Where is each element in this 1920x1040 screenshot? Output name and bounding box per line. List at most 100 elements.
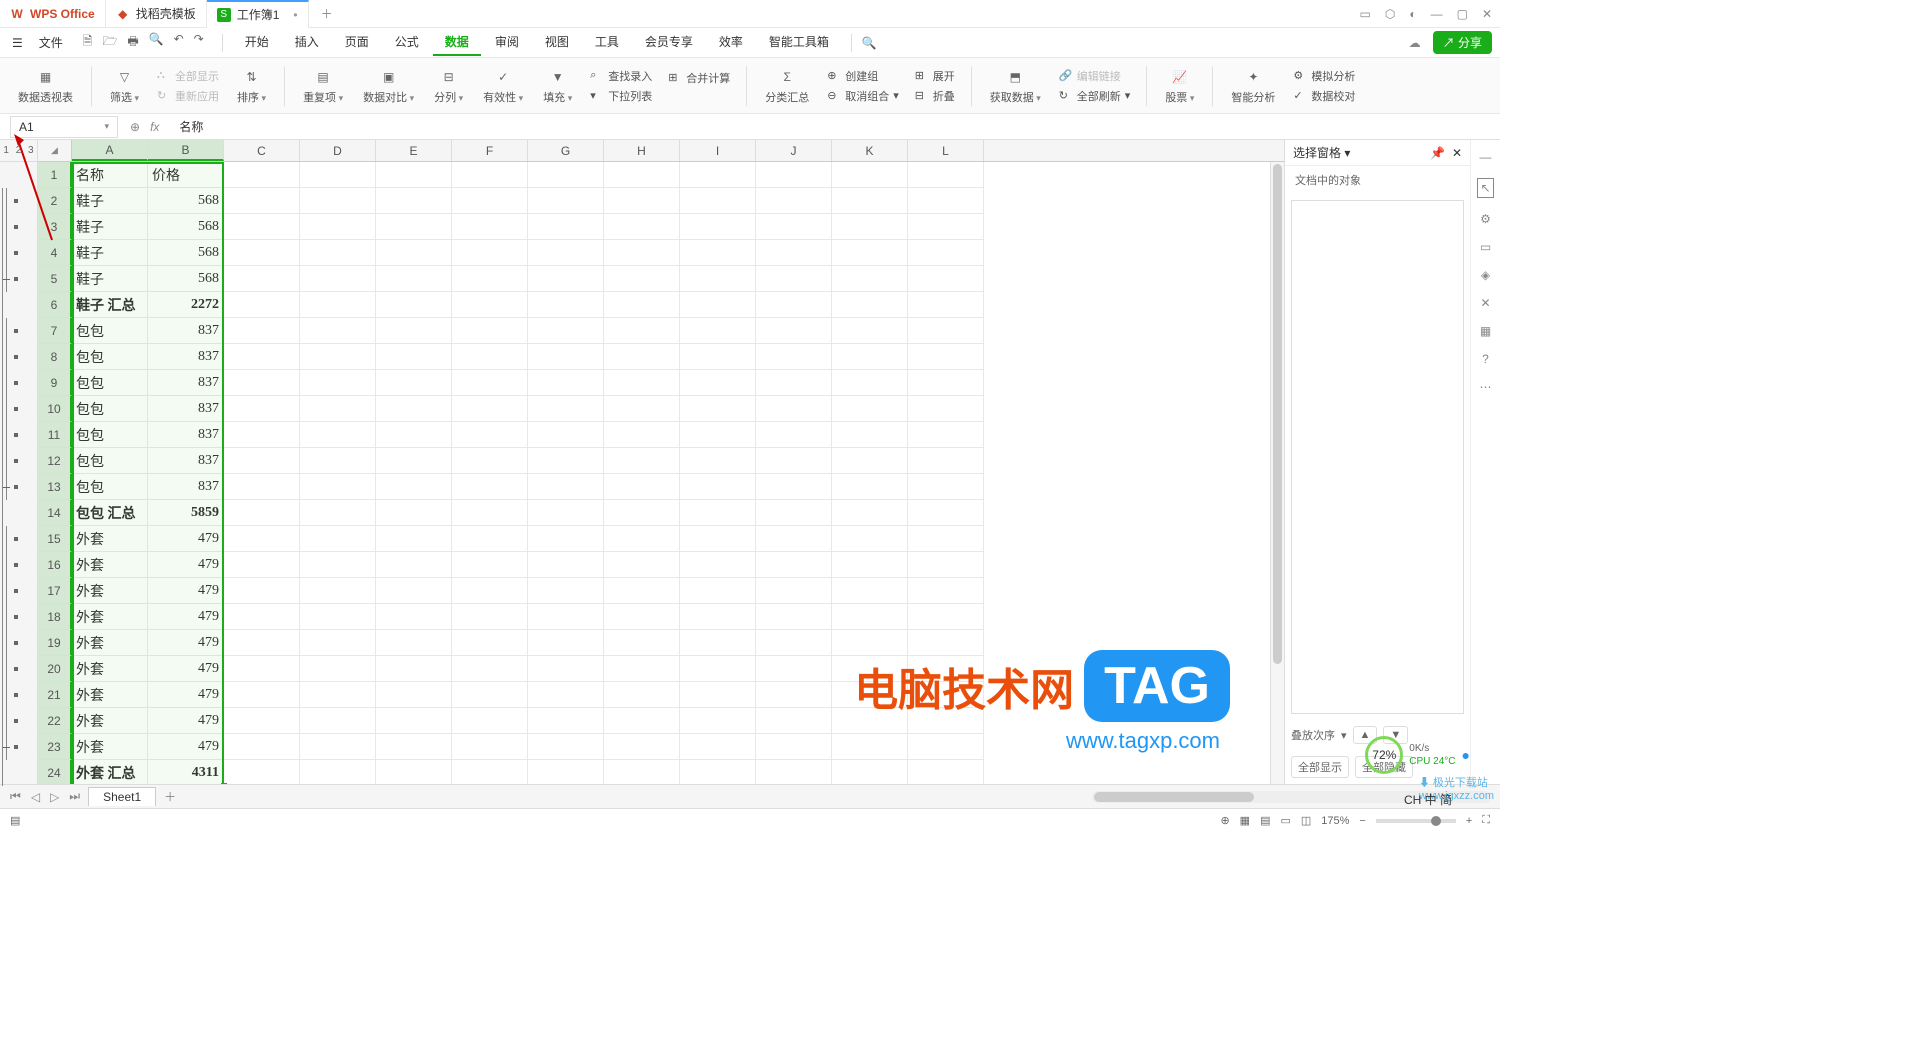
cell[interactable]: [224, 162, 300, 188]
hscroll-thumb[interactable]: [1094, 792, 1254, 802]
prev-sheet-icon[interactable]: ◁: [29, 790, 42, 804]
cell[interactable]: [756, 422, 832, 448]
cell[interactable]: [604, 760, 680, 784]
cell[interactable]: [756, 318, 832, 344]
next-sheet-icon[interactable]: ▷: [48, 790, 61, 804]
cell[interactable]: [604, 500, 680, 526]
pivot-table-button[interactable]: ▦数据透视表: [12, 67, 79, 105]
cell[interactable]: [604, 266, 680, 292]
cell[interactable]: [224, 552, 300, 578]
cell[interactable]: [680, 318, 756, 344]
cell[interactable]: [376, 760, 452, 784]
ribbon-tab-9[interactable]: 效率: [707, 29, 755, 56]
cell[interactable]: 479: [148, 552, 224, 578]
preview-icon[interactable]: 🔍: [149, 32, 164, 53]
col-header-C[interactable]: C: [224, 140, 300, 161]
cell[interactable]: [528, 370, 604, 396]
cell[interactable]: [300, 266, 376, 292]
cell[interactable]: [756, 162, 832, 188]
first-sheet-icon[interactable]: ⏮: [8, 789, 23, 804]
row-header[interactable]: 5: [38, 266, 72, 292]
cell[interactable]: [300, 656, 376, 682]
cell[interactable]: 名称: [72, 162, 148, 188]
cell[interactable]: [832, 656, 908, 682]
cell[interactable]: [224, 604, 300, 630]
zoom-value[interactable]: 175%: [1321, 815, 1349, 827]
outline-collapse-icon[interactable]: [2, 279, 10, 280]
cell[interactable]: 价格: [148, 162, 224, 188]
cell[interactable]: [680, 578, 756, 604]
cell[interactable]: [604, 344, 680, 370]
cell[interactable]: 837: [148, 448, 224, 474]
cell[interactable]: [680, 370, 756, 396]
cell[interactable]: [300, 396, 376, 422]
cell[interactable]: [224, 682, 300, 708]
consolidate-button[interactable]: ⊞合并计算: [668, 70, 730, 86]
cell[interactable]: [224, 500, 300, 526]
cell[interactable]: [528, 214, 604, 240]
cell[interactable]: 479: [148, 682, 224, 708]
cell[interactable]: [452, 266, 528, 292]
cell[interactable]: [604, 396, 680, 422]
cell[interactable]: [756, 188, 832, 214]
cell[interactable]: [528, 292, 604, 318]
menu-icon[interactable]: ☰: [8, 36, 27, 50]
cell[interactable]: [680, 656, 756, 682]
cell[interactable]: [908, 474, 984, 500]
ribbon-tab-6[interactable]: 视图: [533, 29, 581, 56]
ribbon-tab-0[interactable]: 开始: [233, 29, 281, 56]
cell[interactable]: [604, 708, 680, 734]
cell[interactable]: [376, 682, 452, 708]
cell[interactable]: [224, 370, 300, 396]
cell[interactable]: [452, 448, 528, 474]
zoom-out-icon[interactable]: −: [1359, 815, 1365, 827]
avatar-icon[interactable]: ◐: [1409, 7, 1416, 21]
select-all-corner[interactable]: ◢: [38, 140, 72, 161]
cell[interactable]: [832, 500, 908, 526]
cell[interactable]: [756, 344, 832, 370]
split-button[interactable]: ⊟分列: [428, 67, 469, 105]
cell[interactable]: [528, 500, 604, 526]
cell[interactable]: [528, 578, 604, 604]
cell[interactable]: [832, 760, 908, 784]
reapply-button[interactable]: ↻重新应用: [157, 88, 219, 104]
cell[interactable]: [832, 266, 908, 292]
wps-home-tab[interactable]: W WPS Office: [0, 0, 106, 28]
cell[interactable]: [452, 682, 528, 708]
sheet-tab[interactable]: Sheet1: [88, 787, 156, 806]
cell[interactable]: [832, 604, 908, 630]
cell[interactable]: [376, 656, 452, 682]
open-icon[interactable]: 🗁: [102, 32, 117, 53]
col-header-K[interactable]: K: [832, 140, 908, 161]
cell[interactable]: [756, 630, 832, 656]
cell[interactable]: [376, 630, 452, 656]
cell[interactable]: [908, 656, 984, 682]
new-icon[interactable]: 🗎: [83, 32, 93, 53]
select-icon[interactable]: ↖: [1477, 178, 1493, 198]
chevron-down-icon[interactable]: ▾: [104, 121, 109, 132]
cell[interactable]: [680, 214, 756, 240]
row-header[interactable]: 13: [38, 474, 72, 500]
cell[interactable]: 外套: [72, 526, 148, 552]
cell[interactable]: [680, 500, 756, 526]
cell[interactable]: [376, 578, 452, 604]
row-header[interactable]: 7: [38, 318, 72, 344]
cell[interactable]: [680, 240, 756, 266]
row-header[interactable]: 14: [38, 500, 72, 526]
cell[interactable]: [528, 422, 604, 448]
datacheck-button[interactable]: ✓数据校对: [1293, 88, 1355, 104]
cell[interactable]: 包包: [72, 422, 148, 448]
view-normal-icon[interactable]: ▦: [1240, 814, 1250, 827]
cell[interactable]: [832, 318, 908, 344]
cell[interactable]: [376, 396, 452, 422]
ribbon-tab-8[interactable]: 会员专享: [633, 29, 705, 56]
maximize-button[interactable]: ▢: [1457, 7, 1468, 21]
ribbon-tab-3[interactable]: 公式: [383, 29, 431, 56]
cell[interactable]: [604, 188, 680, 214]
row-header[interactable]: 19: [38, 630, 72, 656]
col-header-D[interactable]: D: [300, 140, 376, 161]
cell[interactable]: [528, 396, 604, 422]
cell[interactable]: 外套: [72, 682, 148, 708]
row-header[interactable]: 6: [38, 292, 72, 318]
cell[interactable]: [604, 370, 680, 396]
